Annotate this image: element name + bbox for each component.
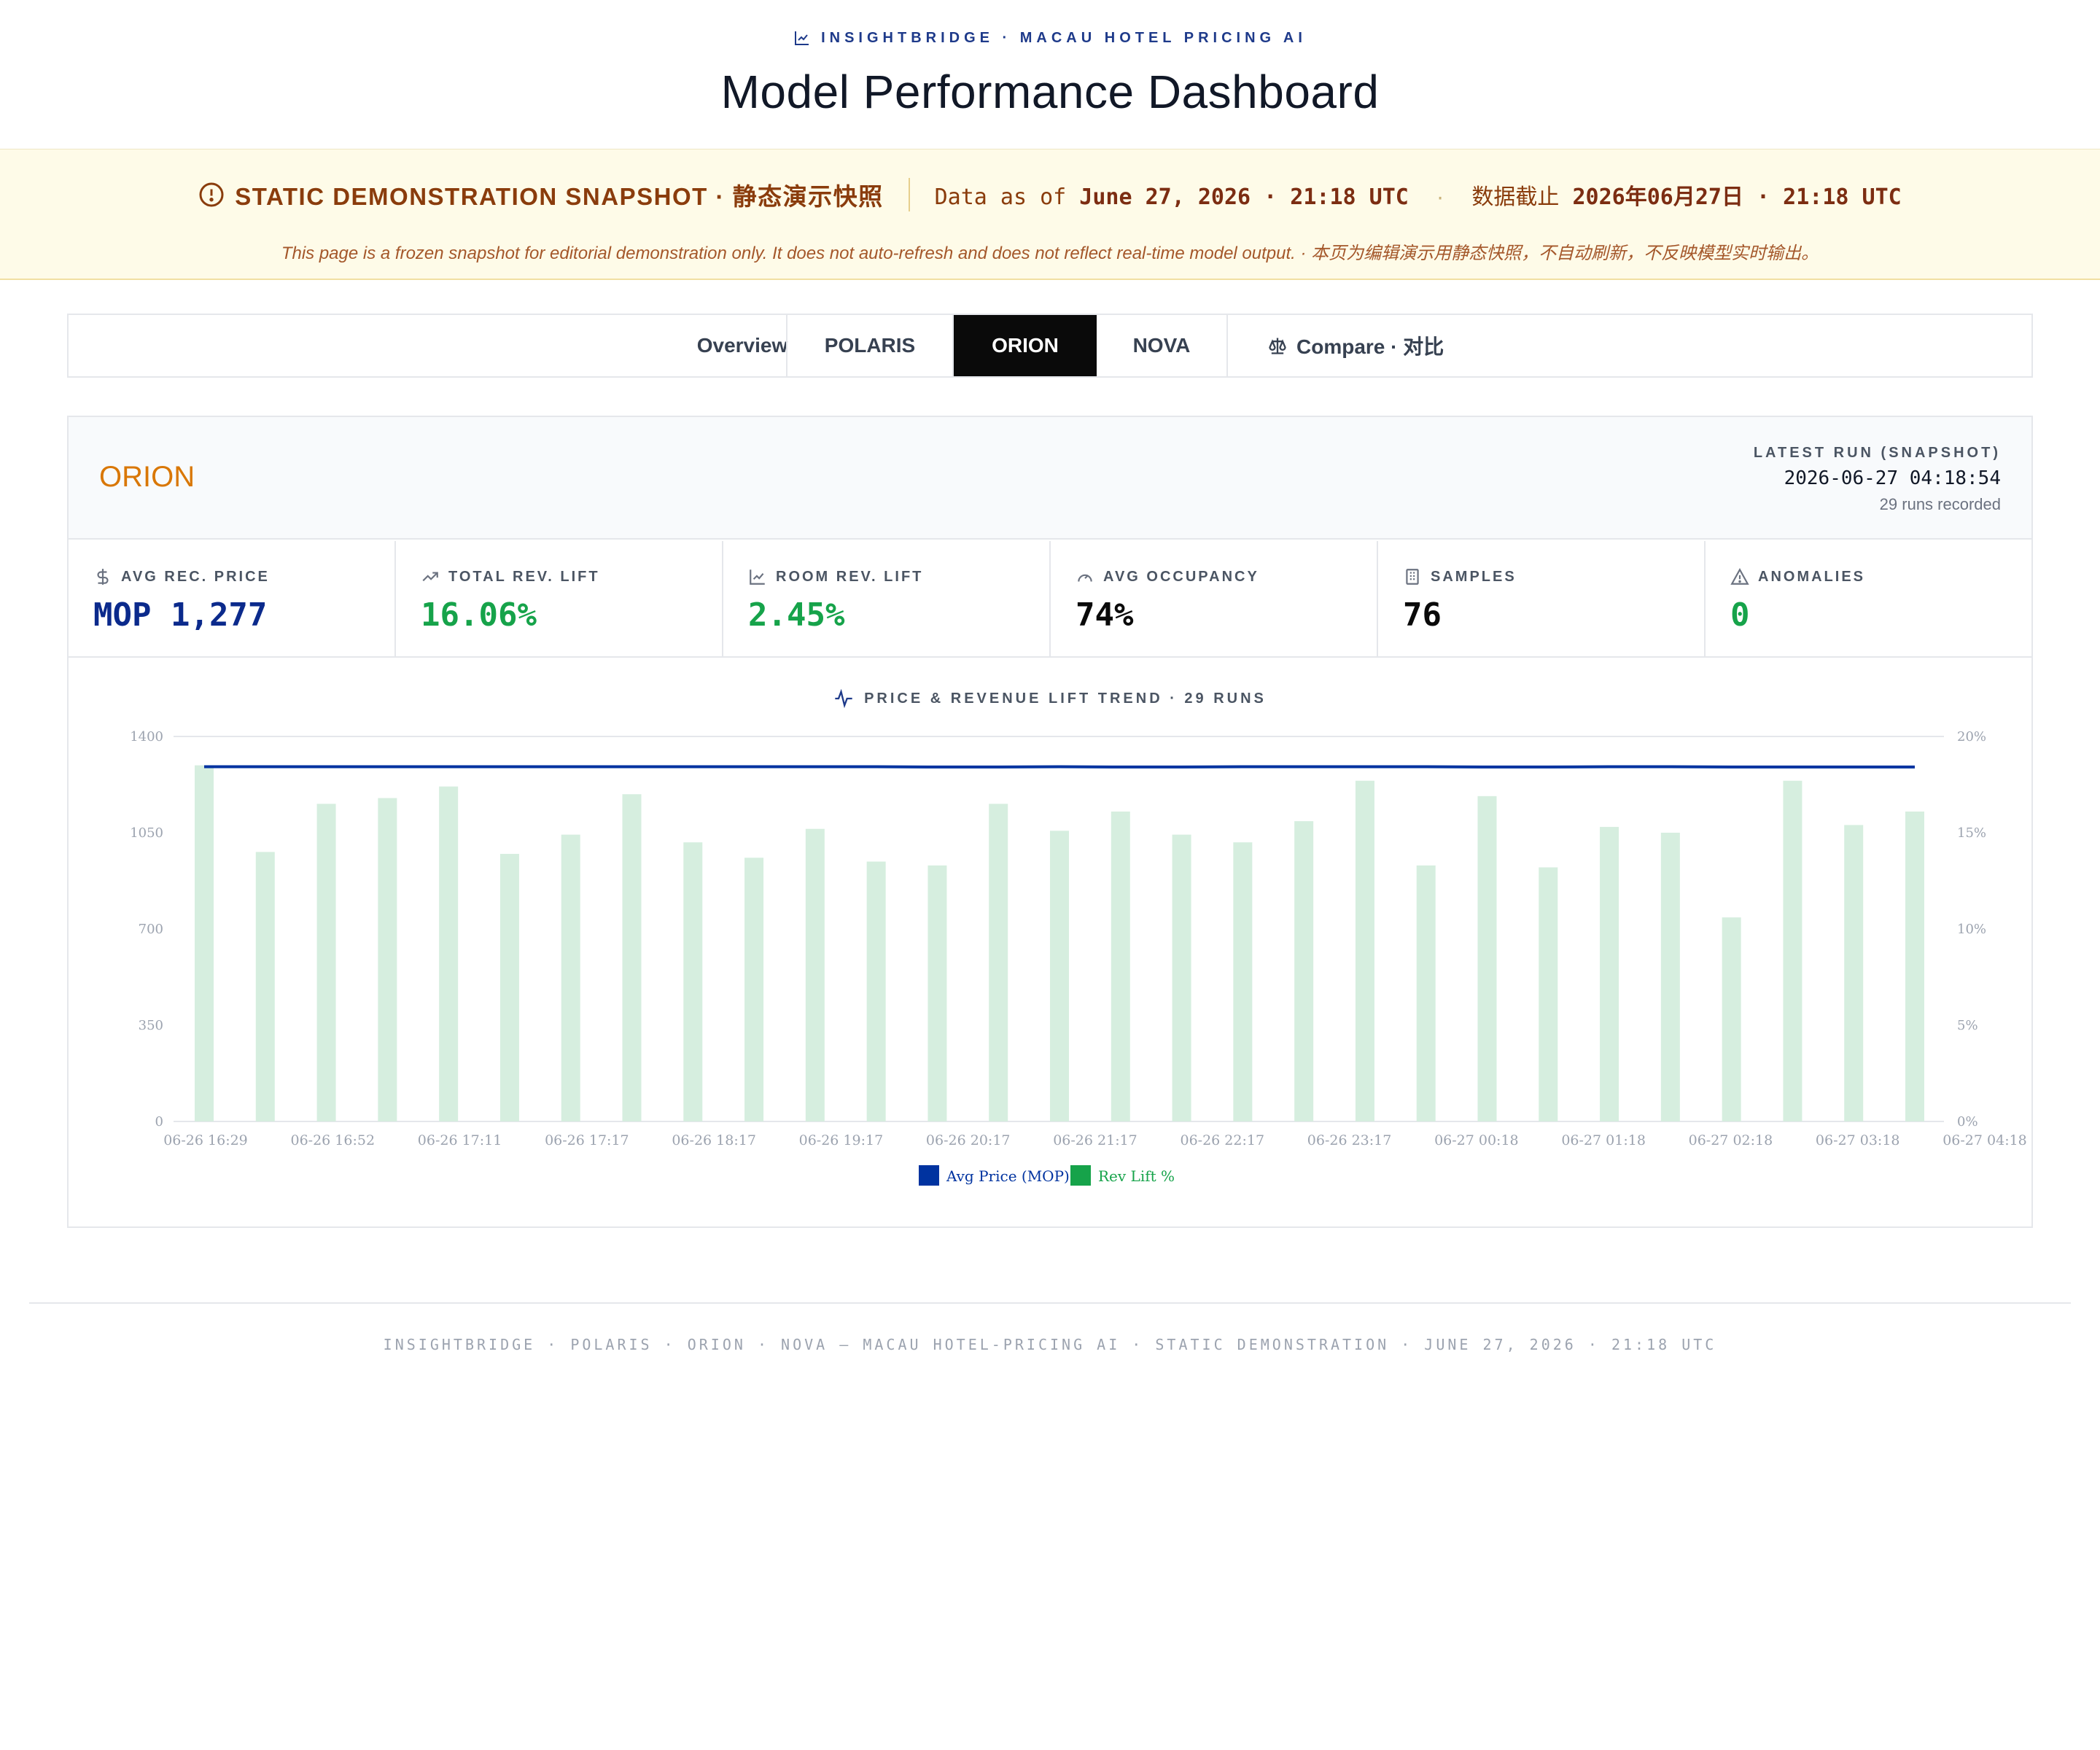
x-tick-label: 06-26 17:17 bbox=[545, 1132, 629, 1148]
rev-lift-bar bbox=[499, 854, 519, 1121]
banner-note: This page is a frozen snapshot for edito… bbox=[281, 244, 1819, 263]
asof-date: June 27, 2026 · 21:18 UTC bbox=[1079, 184, 1409, 210]
rev-lift-bar bbox=[1722, 917, 1741, 1121]
scale-icon bbox=[1269, 338, 1286, 354]
price-lift-chart: 0 350 700 1050 1400 0% 5% 10% 15% 20% 06-26 16:29 0… bbox=[130, 729, 2027, 1186]
rev-lift-bar bbox=[561, 834, 580, 1121]
rev-lift-bar bbox=[622, 794, 642, 1121]
rev-lift-bar bbox=[1050, 831, 1069, 1121]
rev-lift-bar bbox=[1477, 796, 1497, 1121]
rev-lift-bar bbox=[1111, 811, 1130, 1121]
rev-lift-bar bbox=[744, 858, 764, 1121]
y-right-tick-label: 15% bbox=[1957, 825, 1986, 841]
x-tick-label: 06-27 04:18 bbox=[1942, 1132, 2027, 1148]
tab-orion[interactable]: ORION bbox=[954, 315, 1097, 376]
tab-label: Compare · 对比 bbox=[1296, 335, 1444, 358]
x-tick-label: 06-27 02:18 bbox=[1689, 1132, 1773, 1148]
y-right-tick-label: 10% bbox=[1957, 922, 1986, 937]
model-tabs: Overview POLARIS ORION NOVA Compare · 对比 bbox=[67, 314, 2033, 378]
x-tick-label: 06-27 00:18 bbox=[1434, 1132, 1519, 1148]
y-left-tick-label: 0 bbox=[155, 1114, 163, 1129]
page-title: Model Performance Dashboard bbox=[720, 66, 1380, 118]
legend-label-lift: Rev Lift % bbox=[1098, 1167, 1175, 1185]
rev-lift-bar bbox=[1844, 825, 1864, 1121]
tab-label: NOVA bbox=[1132, 334, 1191, 357]
model-panel: ORION LATEST RUN (SNAPSHOT) 2026-06-27 0… bbox=[67, 416, 2033, 1228]
y-left-tick-label: 700 bbox=[139, 922, 163, 937]
legend-swatch-lift bbox=[1070, 1165, 1091, 1186]
tab-polaris[interactable]: POLARIS bbox=[786, 315, 954, 376]
x-tick-label: 06-26 23:17 bbox=[1307, 1132, 1392, 1148]
rev-lift-bar bbox=[316, 804, 336, 1121]
asof-date-zh: 2026年06月27日 · 21:18 UTC bbox=[1572, 184, 1902, 210]
y-left-tick-label: 1050 bbox=[130, 825, 163, 841]
rev-lift-bar bbox=[195, 765, 214, 1121]
rev-lift-bar bbox=[805, 828, 825, 1121]
rev-lift-bar bbox=[1905, 811, 1924, 1121]
x-tick-label: 06-26 19:17 bbox=[799, 1132, 884, 1148]
banner-asof: Data as of June 27, 2026 · 21:18 UTC · 数… bbox=[935, 179, 1902, 211]
tab-label: POLARIS bbox=[824, 334, 916, 357]
legend-label-price: Avg Price (MOP) bbox=[946, 1167, 1070, 1185]
x-tick-label: 06-26 18:17 bbox=[672, 1132, 756, 1148]
x-tick-label: 06-26 16:52 bbox=[290, 1132, 375, 1148]
x-tick-label: 06-27 01:18 bbox=[1561, 1132, 1646, 1148]
rev-lift-bar bbox=[866, 861, 886, 1121]
rev-lift-bar bbox=[1355, 780, 1374, 1121]
x-tick-label: 06-26 21:17 bbox=[1053, 1132, 1138, 1148]
line-chart-icon bbox=[795, 31, 809, 45]
footer-divider bbox=[29, 1302, 2071, 1304]
rev-lift-bar bbox=[989, 804, 1008, 1121]
x-tick-label: 06-26 20:17 bbox=[926, 1132, 1011, 1148]
page-header: INSIGHTBRIDGE · MACAU HOTEL PRICING AI M… bbox=[0, 0, 2100, 120]
rev-lift-bar bbox=[378, 798, 397, 1121]
rev-lift-bar bbox=[1172, 834, 1191, 1121]
rev-lift-bar bbox=[1783, 780, 1802, 1121]
tab-compare[interactable]: Compare · 对比 bbox=[1229, 315, 1448, 376]
rev-lift-bar bbox=[439, 786, 459, 1121]
tab-nova[interactable]: NOVA bbox=[1097, 315, 1228, 376]
x-tick-label: 06-26 17:11 bbox=[418, 1132, 502, 1148]
rev-lift-bar bbox=[1416, 865, 1436, 1121]
x-tick-label: 06-26 16:29 bbox=[163, 1132, 248, 1148]
x-tick-label: 06-27 03:18 bbox=[1816, 1132, 1900, 1148]
footer: INSIGHTBRIDGE · POLARIS · ORION · NOVA —… bbox=[383, 1336, 1717, 1353]
asof-prefix-zh: 数据截止 bbox=[1471, 184, 1560, 210]
y-right-tick-label: 0% bbox=[1957, 1114, 1978, 1129]
x-tick-label: 06-26 22:17 bbox=[1180, 1132, 1264, 1148]
banner-title: STATIC DEMONSTRATION SNAPSHOT · 静态演示快照 bbox=[198, 177, 883, 212]
rev-lift-bar bbox=[1660, 833, 1680, 1121]
alert-circle-icon bbox=[199, 182, 224, 207]
rev-lift-bar bbox=[1294, 821, 1314, 1121]
y-left-tick-label: 350 bbox=[139, 1018, 163, 1033]
rev-lift-bar bbox=[1233, 842, 1253, 1121]
snapshot-banner: STATIC DEMONSTRATION SNAPSHOT · 静态演示快照 D… bbox=[0, 149, 2100, 280]
rev-lift-bar bbox=[1539, 867, 1558, 1121]
legend-swatch-price bbox=[919, 1165, 939, 1186]
rev-lift-bar bbox=[683, 842, 703, 1121]
tab-label: ORION bbox=[992, 334, 1059, 357]
dot-separator: · bbox=[1434, 188, 1446, 209]
rev-lift-bar bbox=[255, 852, 275, 1121]
y-left-tick-label: 1400 bbox=[130, 729, 163, 744]
banner-divider bbox=[908, 178, 910, 211]
y-right-tick-label: 5% bbox=[1957, 1018, 1978, 1033]
tab-label: Overview bbox=[696, 334, 788, 357]
brand-line: INSIGHTBRIDGE · MACAU HOTEL PRICING AI bbox=[793, 29, 1307, 47]
brand-text: INSIGHTBRIDGE · MACAU HOTEL PRICING AI bbox=[821, 29, 1307, 46]
rev-lift-bar bbox=[1600, 827, 1619, 1121]
y-right-tick-label: 20% bbox=[1957, 729, 1986, 744]
asof-prefix: Data as of bbox=[934, 184, 1067, 210]
rev-lift-bar bbox=[928, 865, 947, 1121]
banner-title-text: STATIC DEMONSTRATION SNAPSHOT · 静态演示快照 bbox=[235, 183, 884, 210]
